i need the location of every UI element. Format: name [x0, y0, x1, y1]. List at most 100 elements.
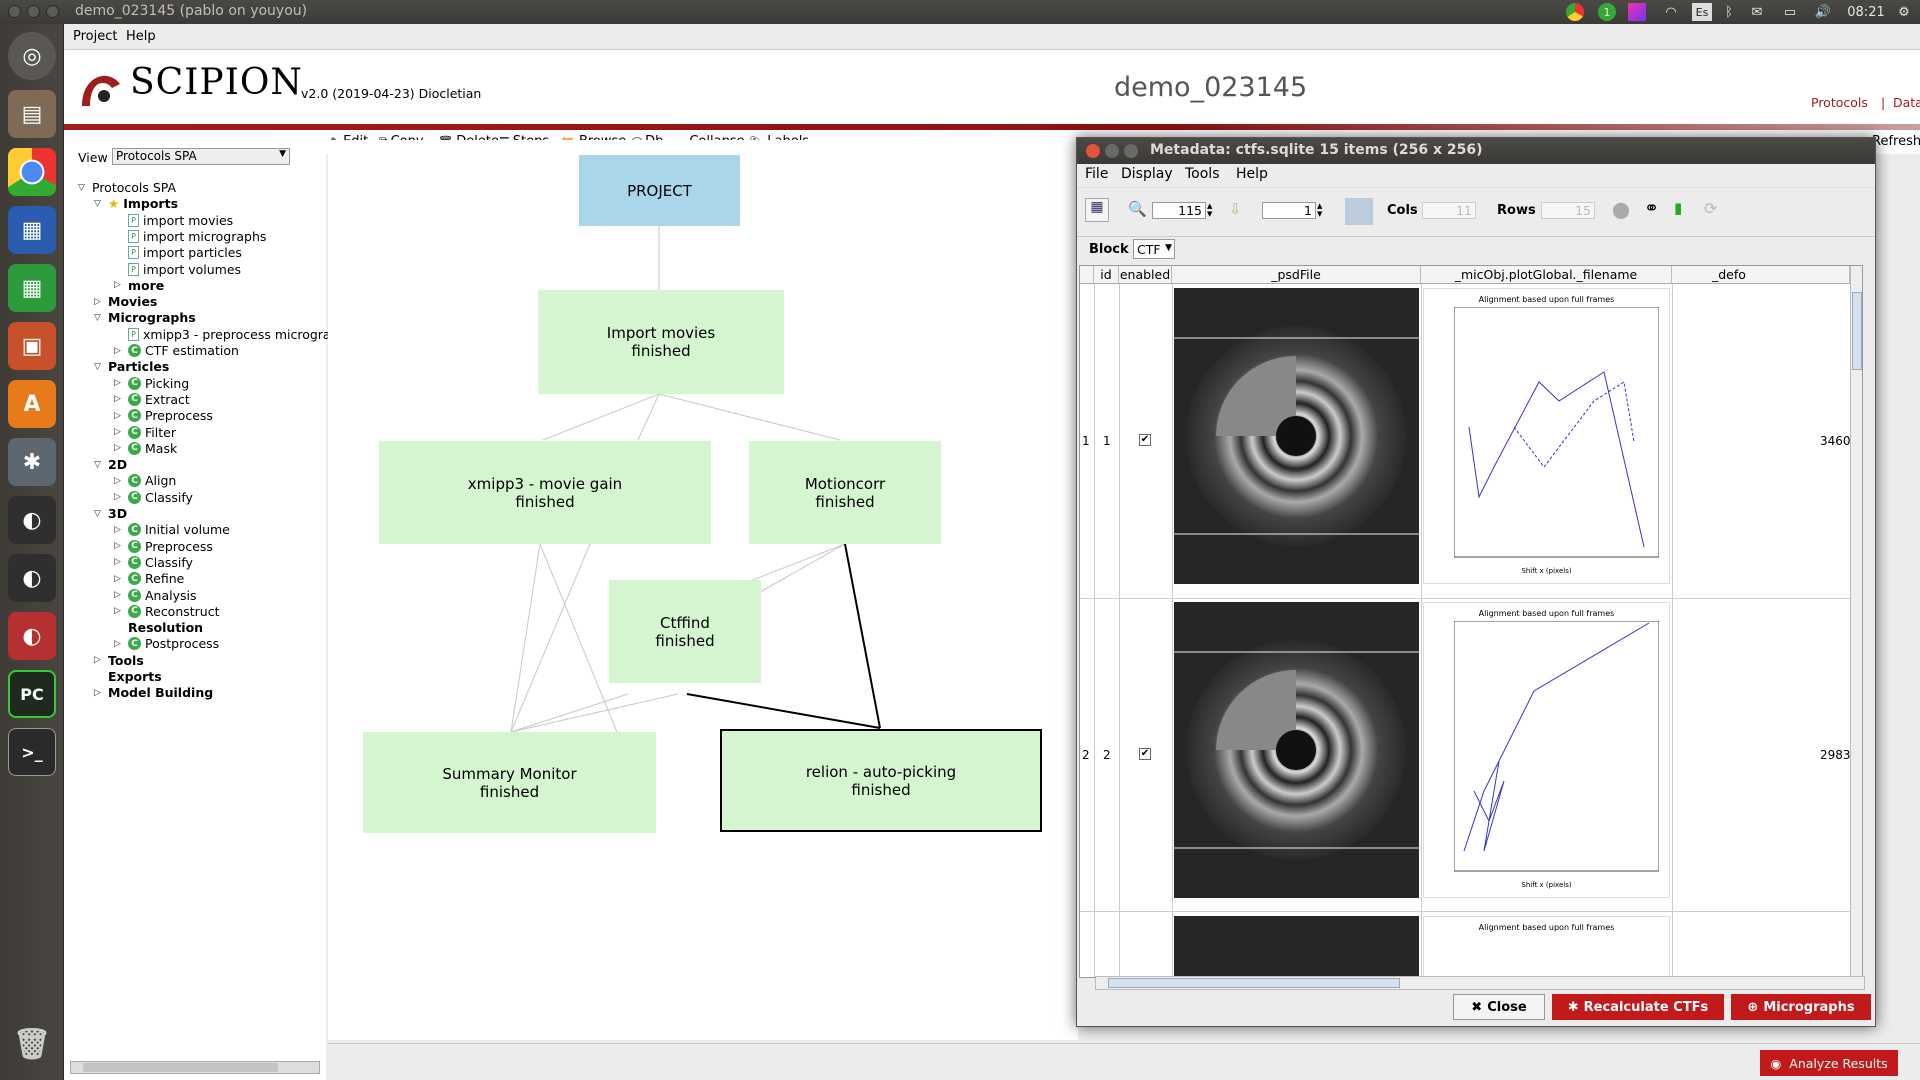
enabled-checkbox[interactable]: ✔: [1139, 434, 1151, 446]
collapsed-arrow-icon[interactable]: ▷: [114, 541, 124, 551]
graph-node-import-movies[interactable]: Import movies finished: [538, 290, 784, 394]
tree-item[interactable]: Pimport volumes: [114, 262, 241, 277]
bar-chart-icon[interactable]: ▮: [1674, 199, 1682, 217]
pycharm-icon[interactable]: PC: [8, 670, 56, 718]
tree-item[interactable]: ▷ Model Building: [94, 685, 213, 700]
collapsed-arrow-icon[interactable]: ▷: [114, 280, 124, 290]
minimize-window-icon[interactable]: [1105, 144, 1119, 158]
vertical-scrollbar[interactable]: [1850, 266, 1862, 977]
collapsed-arrow-icon[interactable]: ▷: [114, 394, 124, 404]
menu-help[interactable]: Help: [126, 29, 156, 44]
shift-plot[interactable]: Alignment based upon full frames: [1423, 916, 1670, 977]
graph-node-project[interactable]: PROJECT: [579, 155, 740, 226]
scipion-icon[interactable]: ◐: [8, 554, 56, 602]
micrographs-button[interactable]: ⊕ Micrographs: [1731, 994, 1871, 1020]
minimize-window-icon[interactable]: [27, 5, 40, 18]
dialog-menu-display[interactable]: Display: [1121, 166, 1173, 182]
scrollbar-thumb[interactable]: [83, 1063, 278, 1072]
menu-project[interactable]: Project: [73, 29, 117, 44]
collapsed-arrow-icon[interactable]: ▷: [114, 492, 124, 502]
tree-item[interactable]: Pimport movies: [114, 213, 233, 228]
maximize-window-icon[interactable]: [1124, 144, 1138, 158]
close-button[interactable]: ✖ Close: [1453, 994, 1545, 1020]
tree-item[interactable]: ▽ 3D: [94, 506, 127, 521]
tree-item[interactable]: ▷ C Refine: [114, 571, 184, 586]
collapsed-arrow-icon[interactable]: ▷: [114, 525, 124, 535]
tree-item[interactable]: ▷ C Picking: [114, 376, 189, 391]
collapsed-arrow-icon[interactable]: ▷: [114, 443, 124, 453]
protocols-link[interactable]: Protocols: [1811, 95, 1868, 110]
tree-item[interactable]: ▷ C Analysis: [114, 588, 197, 603]
collapsed-arrow-icon[interactable]: ▷: [114, 590, 124, 600]
collapsed-arrow-icon[interactable]: ▷: [94, 297, 104, 307]
refresh-icon[interactable]: ⟳: [1704, 199, 1717, 218]
collapsed-arrow-icon[interactable]: ▷: [114, 557, 124, 567]
calc-icon[interactable]: ▦: [8, 264, 56, 312]
psd-image[interactable]: [1174, 916, 1419, 977]
chrome-icon[interactable]: [8, 148, 56, 196]
mail-icon[interactable]: ✉: [1746, 3, 1768, 21]
tree-item[interactable]: ▷ C Extract: [114, 392, 190, 407]
tree-item[interactable]: ▽ Protocols SPA: [78, 180, 176, 195]
tree-item[interactable]: ▷ C Reconstruct: [114, 604, 220, 619]
graph-node-movie-gain[interactable]: xmipp3 - movie gain finished: [379, 441, 711, 544]
keyboard-layout[interactable]: Es: [1692, 3, 1712, 21]
protocol-graph-canvas[interactable]: PROJECT Import movies finished xmipp3 - m…: [328, 140, 1078, 1040]
files-icon[interactable]: ▤: [8, 90, 56, 138]
collapsed-arrow-icon[interactable]: ▷: [114, 411, 124, 421]
dialog-titlebar[interactable]: Metadata: ctfs.sqlite 15 items (256 x 25…: [1077, 138, 1875, 164]
tree-item[interactable]: ▷ Movies: [94, 294, 157, 309]
tree-item[interactable]: Pimport particles: [114, 245, 242, 260]
collapsed-arrow-icon[interactable]: ▷: [114, 574, 124, 584]
tree-item[interactable]: ▷ more: [114, 278, 164, 293]
dialog-menu-tools[interactable]: Tools: [1185, 166, 1220, 182]
gear-icon[interactable]: ⚙: [1896, 3, 1912, 21]
enabled-checkbox[interactable]: ✔: [1139, 748, 1151, 760]
graph-node-motioncorr[interactable]: Motioncorr finished: [749, 441, 941, 544]
scrollbar-thumb[interactable]: [1108, 978, 1400, 988]
wifi-icon[interactable]: ◠: [1660, 3, 1682, 21]
rows-input[interactable]: 15: [1541, 202, 1595, 219]
collapsed-arrow-icon[interactable]: ▷: [114, 427, 124, 437]
tree-item[interactable]: ▷ Tools: [94, 653, 144, 668]
collapsed-arrow-icon[interactable]: ▷: [114, 378, 124, 388]
camera-icon[interactable]: ⬤: [1612, 200, 1630, 219]
tree-item[interactable]: ▷ C Preprocess: [114, 408, 213, 423]
tree-item[interactable]: ▽ 2D: [94, 457, 127, 472]
tree-item[interactable]: ▷ C Classify: [114, 490, 193, 505]
binoculars-icon[interactable]: ⚭: [1644, 198, 1659, 219]
trash-icon[interactable]: 🗑: [8, 1020, 56, 1068]
clock[interactable]: 08:21: [1846, 3, 1886, 21]
psd-image[interactable]: [1174, 288, 1419, 584]
expanded-arrow-icon[interactable]: ▽: [94, 509, 104, 519]
analyze-results-button[interactable]: ◉ Analyze Results: [1760, 1050, 1898, 1076]
app-tray-icon[interactable]: [1628, 3, 1646, 21]
goto-stepper-icon[interactable]: ▲ ▼: [1317, 202, 1322, 218]
column-header-defocus[interactable]: _defo: [1672, 266, 1850, 284]
column-header-enabled[interactable]: enabled: [1119, 266, 1172, 284]
tree-item[interactable]: Resolution: [114, 620, 203, 635]
expanded-arrow-icon[interactable]: ▽: [94, 460, 104, 470]
tree-item[interactable]: Pxmipp3 - preprocess micrographs: [114, 327, 353, 342]
graph-node-auto-picking[interactable]: relion - auto-picking finished: [720, 729, 1042, 832]
graph-node-summary-monitor[interactable]: Summary Monitor finished: [363, 732, 656, 833]
column-header-psdfile[interactable]: _psdFile: [1172, 266, 1421, 284]
software-center-icon[interactable]: A: [8, 380, 56, 428]
gallery-view-icon[interactable]: ▦: [1085, 198, 1109, 222]
tree-item[interactable]: ▷ C Mask: [114, 441, 177, 456]
data-link[interactable]: Data: [1893, 95, 1920, 110]
close-window-icon[interactable]: [8, 5, 21, 18]
collapsed-arrow-icon[interactable]: ▷: [114, 476, 124, 486]
close-window-icon[interactable]: [1086, 144, 1100, 158]
tree-item[interactable]: ▽ ★ Imports: [94, 196, 178, 211]
graph-node-ctffind[interactable]: Ctffind finished: [609, 580, 761, 683]
dialog-menu-file[interactable]: File: [1085, 166, 1108, 182]
expanded-arrow-icon[interactable]: ▽: [78, 183, 88, 193]
impress-icon[interactable]: ▣: [8, 322, 56, 370]
scrollbar-thumb[interactable]: [1852, 292, 1862, 370]
tree-item[interactable]: Exports: [94, 669, 162, 684]
tree-item[interactable]: ▽ Micrographs: [94, 310, 196, 325]
zoom-stepper-icon[interactable]: ▲ ▼: [1207, 202, 1212, 218]
collapsed-arrow-icon[interactable]: ▷: [94, 655, 104, 665]
tree-item[interactable]: ▷ C Align: [114, 473, 176, 488]
